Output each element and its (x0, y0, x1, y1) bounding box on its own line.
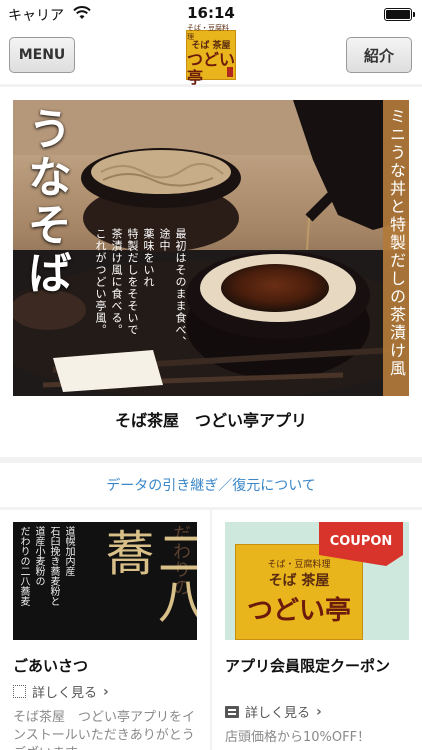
hero-photo (13, 100, 409, 396)
hero-big-title: うなそば (20, 106, 71, 298)
hero-desc-line: 薬味をいれ (142, 228, 155, 288)
chevron-right-icon: › (103, 683, 109, 700)
thumb-lines: 道幌加内産 石臼挽き蕎麦粉と 道産小麦粉の だわりの二八蕎麦 (17, 526, 75, 636)
coupon-logo-line1: そば 茶屋 (268, 573, 330, 589)
hero-side-text: ミニうな丼と特製だしの茶漬け風 (387, 108, 406, 378)
more-label: 詳しく見る (32, 686, 98, 701)
coupon-more-link[interactable]: 詳しく見る › (225, 702, 322, 721)
hero-description: 最初はそのまま食べ、 途中 薬味をいれ 特製だしをそそいで 茶漬け風に食べる。 … (93, 228, 187, 388)
nav-bar: MENU そば・豆腐料理 そば 茶屋 つどい亭 紹介 (0, 24, 422, 86)
thumb-line: だわりの二八蕎麦 (18, 526, 29, 606)
more-label: 詳しく見る (245, 706, 311, 721)
chevron-right-icon: › (316, 703, 322, 720)
data-transfer-link[interactable]: データの引き継ぎ／復元について (0, 463, 422, 507)
logo-subtitle: そば・豆腐料理 (187, 23, 229, 41)
coupon-ribbon-label: COUPON (329, 534, 393, 549)
coupon-logo-line2: つどい亭 (246, 596, 351, 626)
coupon-icon (225, 705, 239, 718)
hero-caption: そば茶屋 つどい亭アプリ (114, 411, 307, 430)
battery-level (386, 10, 410, 19)
hero-image: うなそば ミニうな丼と特製だしの茶漬け風 最初はそのまま食べ、 途中 薬味をいれ… (13, 100, 409, 396)
menu-button[interactable]: MENU (9, 37, 75, 73)
coupon-desc: 店頭価格から10%OFF！ (225, 730, 371, 745)
coupon-thumbnail: そば・豆腐料理 そば 茶屋 つどい亭 COUPON (225, 522, 409, 640)
hero-card[interactable]: うなそば ミニうな丼と特製だしの茶漬け風 最初はそのまま食べ、 途中 薬味をいれ… (0, 87, 422, 457)
greeting-card[interactable]: だわりの 道幌加内産 石臼挽き蕎麦粉と 道産小麦粉の だわりの二八蕎麦 二八蕎 … (0, 510, 210, 750)
greeting-title: ごあいさつ (13, 657, 89, 675)
hero-desc-line: 茶漬け風に食べる。 (110, 228, 123, 336)
app-logo[interactable]: そば・豆腐料理 そば 茶屋 つどい亭 (186, 24, 236, 86)
greeting-more-link[interactable]: 詳しく見る › (13, 682, 109, 701)
battery-icon (384, 8, 415, 21)
greeting-desc: そば茶屋 つどい亭アプリをインストールいただきありがとうございます。 (13, 710, 196, 750)
hero-desc-line: 途中 (158, 228, 171, 252)
hero-desc-line: 特製だしをそそいで (126, 228, 139, 336)
status-time: 16:14 (187, 4, 235, 22)
hero-desc-line: 最初はそのまま食べ、 (174, 228, 187, 348)
intro-button[interactable]: 紹介 (346, 37, 412, 73)
thumb-big-text: 二八蕎 (97, 528, 197, 624)
logo-seal (227, 67, 233, 77)
coupon-card[interactable]: そば・豆腐料理 そば 茶屋 つどい亭 COUPON アプリ会員限定クーポン 詳し… (212, 510, 422, 750)
thumb-line: 道幌加内産 (63, 526, 74, 576)
greeting-thumbnail: だわりの 道幌加内産 石臼挽き蕎麦粉と 道産小麦粉の だわりの二八蕎麦 二八蕎 (13, 522, 197, 640)
thumb-line: 道産小麦粉の (33, 526, 44, 586)
hero-desc-line: これがつどい亭風。 (94, 228, 107, 336)
coupon-logo-subtitle: そば・豆腐料理 (267, 560, 331, 570)
coupon-title: アプリ会員限定クーポン (225, 657, 391, 675)
thumb-line: 石臼挽き蕎麦粉と (48, 526, 59, 606)
page-icon (13, 685, 26, 698)
